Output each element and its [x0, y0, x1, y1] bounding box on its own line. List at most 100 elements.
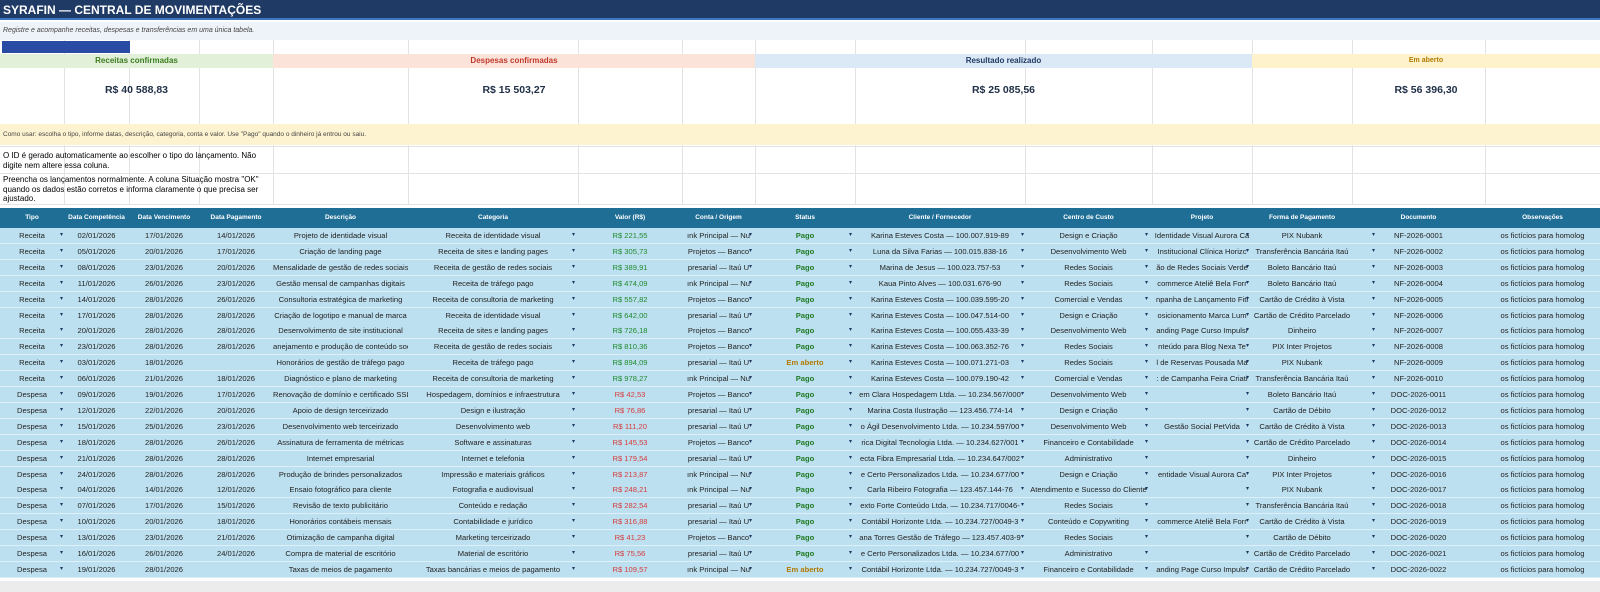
- table-cell[interactable]: Redes Sociais: [1025, 530, 1152, 545]
- table-cell[interactable]: PIX Nubank: [1252, 228, 1352, 243]
- dropdown-arrow-icon[interactable]: ▾: [60, 276, 63, 291]
- table-cell[interactable]: NF-2026-0001: [1352, 228, 1485, 243]
- table-cell[interactable]: Despesa: [0, 467, 64, 482]
- table-cell[interactable]: Marina de Jesus — 100.023.757-53: [855, 260, 1025, 275]
- table-cell[interactable]: anding Page Curso Impulsı: [1152, 562, 1252, 577]
- table-cell[interactable]: Karina Esteves Costa — 100.055.433-39: [855, 323, 1025, 338]
- dropdown-arrow-icon[interactable]: ▾: [1145, 546, 1148, 561]
- table-cell[interactable]: [199, 355, 273, 370]
- table-cell[interactable]: Assinatura de ferramenta de métricas: [273, 435, 408, 450]
- dropdown-arrow-icon[interactable]: ▾: [749, 482, 752, 497]
- table-cell[interactable]: R$ 726,18: [578, 323, 682, 338]
- table-cell[interactable]: Receita: [0, 260, 64, 275]
- table-cell[interactable]: os fictícios para homolog: [1485, 339, 1600, 354]
- dropdown-arrow-icon[interactable]: ▾: [749, 308, 752, 323]
- table-cell[interactable]: NF-2026-0008: [1352, 339, 1485, 354]
- dropdown-arrow-icon[interactable]: ▾: [749, 292, 752, 307]
- table-cell[interactable]: ecta Fibra Empresarial Ltda. — 10.234.64…: [855, 451, 1025, 466]
- table-cell[interactable]: Karina Esteves Costa — 100.071.271-03: [855, 355, 1025, 370]
- table-cell[interactable]: [199, 562, 273, 577]
- dropdown-arrow-icon[interactable]: ▾: [60, 371, 63, 386]
- dropdown-arrow-icon[interactable]: ▾: [849, 244, 852, 259]
- table-cell[interactable]: DOC-2026-0018: [1352, 498, 1485, 513]
- table-cell[interactable]: R$ 642,00: [578, 308, 682, 323]
- dropdown-arrow-icon[interactable]: ▾: [1246, 451, 1249, 466]
- table-cell[interactable]: Despesa: [0, 451, 64, 466]
- table-cell[interactable]: Receita: [0, 355, 64, 370]
- dropdown-arrow-icon[interactable]: ▾: [60, 419, 63, 434]
- table-cell[interactable]: 23/01/2026: [199, 419, 273, 434]
- dropdown-arrow-icon[interactable]: ▾: [849, 292, 852, 307]
- table-cell[interactable]: 28/01/2026: [129, 562, 199, 577]
- dropdown-arrow-icon[interactable]: ▾: [1145, 355, 1148, 370]
- table-cell[interactable]: presarial — Itaú U: [682, 403, 755, 418]
- table-cell[interactable]: Desenvolvimento Web: [1025, 419, 1152, 434]
- dropdown-arrow-icon[interactable]: ▾: [749, 244, 752, 259]
- table-cell[interactable]: DOC-2026-0019: [1352, 514, 1485, 529]
- table-cell[interactable]: 17/01/2026: [129, 498, 199, 513]
- dropdown-arrow-icon[interactable]: ▾: [572, 467, 575, 482]
- table-cell[interactable]: Kaua Pinto Alves — 100.031.676-90: [855, 276, 1025, 291]
- table-cell[interactable]: Desenvolvimento web: [408, 419, 578, 434]
- table-cell[interactable]: Carla Ribeiro Fotografia — 123.457.144-7…: [855, 482, 1025, 497]
- table-cell[interactable]: Luna da Silva Farias — 100.015.838-16: [855, 244, 1025, 259]
- dropdown-arrow-icon[interactable]: ▾: [572, 355, 575, 370]
- table-cell[interactable]: Despesa: [0, 482, 64, 497]
- table-cell[interactable]: Pago: [755, 435, 855, 450]
- table-cell[interactable]: o Ágil Desenvolvimento Ltda. — 10.234.59…: [855, 419, 1025, 434]
- table-cell[interactable]: Pago: [755, 308, 855, 323]
- table-cell[interactable]: nteúdo para Blog Nexa Te: [1152, 339, 1252, 354]
- table-cell[interactable]: 20/01/2026: [129, 514, 199, 529]
- dropdown-arrow-icon[interactable]: ▾: [60, 514, 63, 529]
- dropdown-arrow-icon[interactable]: ▾: [1021, 339, 1024, 354]
- dropdown-arrow-icon[interactable]: ▾: [749, 514, 752, 529]
- table-cell[interactable]: 17/01/2026: [199, 387, 273, 402]
- table-cell[interactable]: R$ 213,87: [578, 467, 682, 482]
- table-cell[interactable]: Receita de sites e landing pages: [408, 244, 578, 259]
- dropdown-arrow-icon[interactable]: ▾: [849, 498, 852, 513]
- table-cell[interactable]: 24/01/2026: [64, 467, 129, 482]
- dropdown-arrow-icon[interactable]: ▾: [849, 482, 852, 497]
- dropdown-arrow-icon[interactable]: ▾: [1021, 451, 1024, 466]
- table-cell[interactable]: Boleto Bancário Itaú: [1252, 276, 1352, 291]
- table-cell[interactable]: R$ 145,53: [578, 435, 682, 450]
- dropdown-arrow-icon[interactable]: ▾: [60, 387, 63, 402]
- table-cell[interactable]: 19/01/2026: [129, 387, 199, 402]
- dropdown-arrow-icon[interactable]: ▾: [1246, 355, 1249, 370]
- dropdown-arrow-icon[interactable]: ▾: [1145, 467, 1148, 482]
- table-cell[interactable]: NF-2026-0007: [1352, 323, 1485, 338]
- table-cell[interactable]: PIX Nubank: [1252, 355, 1352, 370]
- table-cell[interactable]: Gestão mensal de campanhas digitais: [273, 276, 408, 291]
- dropdown-arrow-icon[interactable]: ▾: [572, 228, 575, 243]
- table-cell[interactable]: Cartão de Crédito à Vista: [1252, 419, 1352, 434]
- table-cell[interactable]: Em aberto: [755, 562, 855, 577]
- dropdown-arrow-icon[interactable]: ▾: [572, 435, 575, 450]
- dropdown-arrow-icon[interactable]: ▾: [60, 292, 63, 307]
- table-cell[interactable]: Desenvolvimento web terceirizado: [273, 419, 408, 434]
- dropdown-arrow-icon[interactable]: ▾: [572, 308, 575, 323]
- table-cell[interactable]: Pago: [755, 228, 855, 243]
- dropdown-arrow-icon[interactable]: ▾: [1021, 403, 1024, 418]
- dropdown-arrow-icon[interactable]: ▾: [1145, 451, 1148, 466]
- dropdown-arrow-icon[interactable]: ▾: [1246, 308, 1249, 323]
- table-cell[interactable]: 12/01/2026: [64, 403, 129, 418]
- dropdown-arrow-icon[interactable]: ▾: [60, 530, 63, 545]
- table-cell[interactable]: Pago: [755, 260, 855, 275]
- table-cell[interactable]: Dinheiro: [1252, 323, 1352, 338]
- table-cell[interactable]: 17/01/2026: [129, 228, 199, 243]
- table-cell[interactable]: Apoio de design terceirizado: [273, 403, 408, 418]
- table-cell[interactable]: Redes Sociais: [1025, 498, 1152, 513]
- table-cell[interactable]: [1152, 530, 1252, 545]
- table-cell[interactable]: 28/01/2026: [129, 323, 199, 338]
- dropdown-arrow-icon[interactable]: ▾: [1021, 244, 1024, 259]
- table-row[interactable]: Despesa ▾ 10/01/2026 20/01/2026 18/01/2026 Ho…: [0, 514, 1600, 531]
- table-cell[interactable]: Receita de identidade visual: [408, 228, 578, 243]
- dropdown-arrow-icon[interactable]: ▾: [849, 451, 852, 466]
- column-header[interactable]: Conta / Origem: [682, 208, 755, 228]
- dropdown-arrow-icon[interactable]: ▾: [1145, 276, 1148, 291]
- table-cell[interactable]: 18/01/2026: [129, 355, 199, 370]
- table-cell[interactable]: 28/01/2026: [199, 467, 273, 482]
- table-cell[interactable]: Contábil Horizonte Ltda. — 10.234.727/00…: [855, 514, 1025, 529]
- table-cell[interactable]: 26/01/2026: [199, 292, 273, 307]
- table-cell[interactable]: Transferência Bancária Itaú: [1252, 371, 1352, 386]
